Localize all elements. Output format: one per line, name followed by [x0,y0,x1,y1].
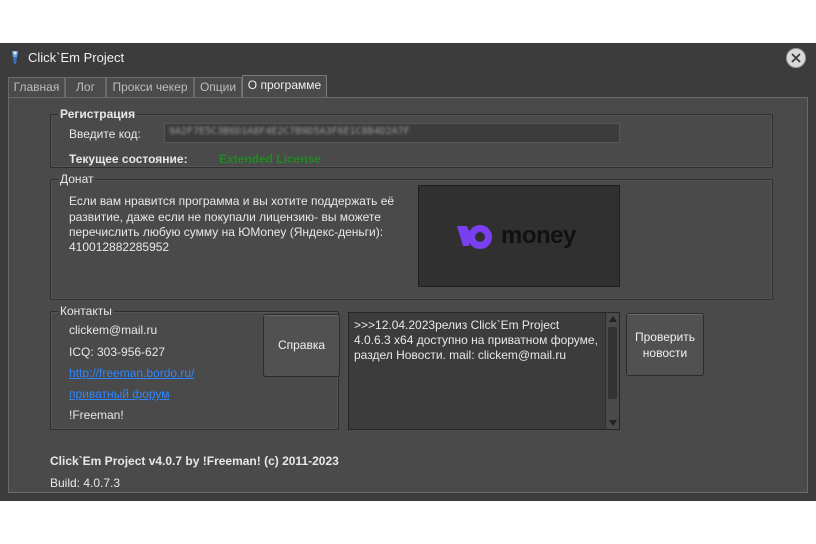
tab-main[interactable]: Главная [8,77,65,97]
copyright-text: Click`Em Project v4.0.7 by !Freeman! (c)… [50,454,339,468]
donate-title: Донат [58,172,96,186]
scroll-down-icon[interactable] [609,420,617,426]
contacts-group: Контакты clickem@mail.ru ICQ: 303-956-62… [50,304,340,430]
window-title: Click`Em Project [28,50,125,65]
donate-wallet: 410012882285952 [69,240,170,254]
tab-log[interactable]: Лог [65,77,106,97]
close-icon [791,53,801,63]
donate-line-2: развитие, даже если не покупали лицензию… [69,210,381,224]
state-label: Текущее состояние: [69,152,188,166]
scroll-up-icon[interactable] [609,316,617,322]
registration-title: Регистрация [58,107,138,121]
help-button[interactable]: Справка [263,314,340,377]
tab-proxy-checker[interactable]: Прокси чекер [106,77,194,97]
forum-link[interactable]: приватный форум [69,387,170,401]
contact-icq: ICQ: 303-956-627 [69,345,166,359]
title-bar: Click`Em Project [0,43,816,73]
close-button[interactable] [786,48,806,68]
check-news-label-2: новости [642,346,688,360]
check-news-button[interactable]: Проверить новости [626,313,704,376]
registration-key-input[interactable]: 9A2F7E5C3B6D1A8F4E2C7B9D5A3F6E1C8B4D2A7F [164,123,620,143]
check-news-label-1: Проверить [634,330,695,344]
donate-line-1: Если вам нравится программа и вы хотите … [69,194,395,208]
news-textbox[interactable]: >>>12.04.2023релиз Click`Em Project 4.0.… [348,312,620,430]
app-icon [9,50,21,66]
yoomoney-logo-icon [457,225,492,249]
yoomoney-logo-text: money [501,222,576,249]
scroll-thumb[interactable] [608,327,617,399]
contact-author: !Freeman! [69,408,124,422]
key-label: Введите код: [69,127,141,141]
news-text: >>>12.04.2023релиз Click`Em Project 4.0.… [354,318,598,362]
contact-email: clickem@mail.ru [69,323,158,337]
donate-line-3: перечислить любую сумму на ЮMoney (Яндек… [69,225,384,239]
app-window: Click`Em Project Главная Лог Прокси чеке… [0,43,816,501]
about-panel: Регистрация Введите код: 9A2F7E5C3B6D1A8… [8,97,808,493]
site-link[interactable]: http://freeman.bordo.ru/ [69,366,194,380]
tab-about[interactable]: О программе [242,75,327,98]
license-status: Extended License [219,152,322,166]
yoomoney-logo-box[interactable]: money [418,185,620,287]
build-text: Build: 4.0.7.3 [50,476,121,490]
donate-group: Донат Если вам нравится программа и вы х… [50,172,773,300]
contacts-title: Контакты [58,304,114,318]
registration-group: Регистрация Введите код: 9A2F7E5C3B6D1A8… [50,107,773,168]
registration-key-value: 9A2F7E5C3B6D1A8F4E2C7B9D5A3F6E1C8B4D2A7F [169,126,410,137]
tab-options[interactable]: Опции [194,77,242,97]
news-scrollbar[interactable] [605,313,619,429]
